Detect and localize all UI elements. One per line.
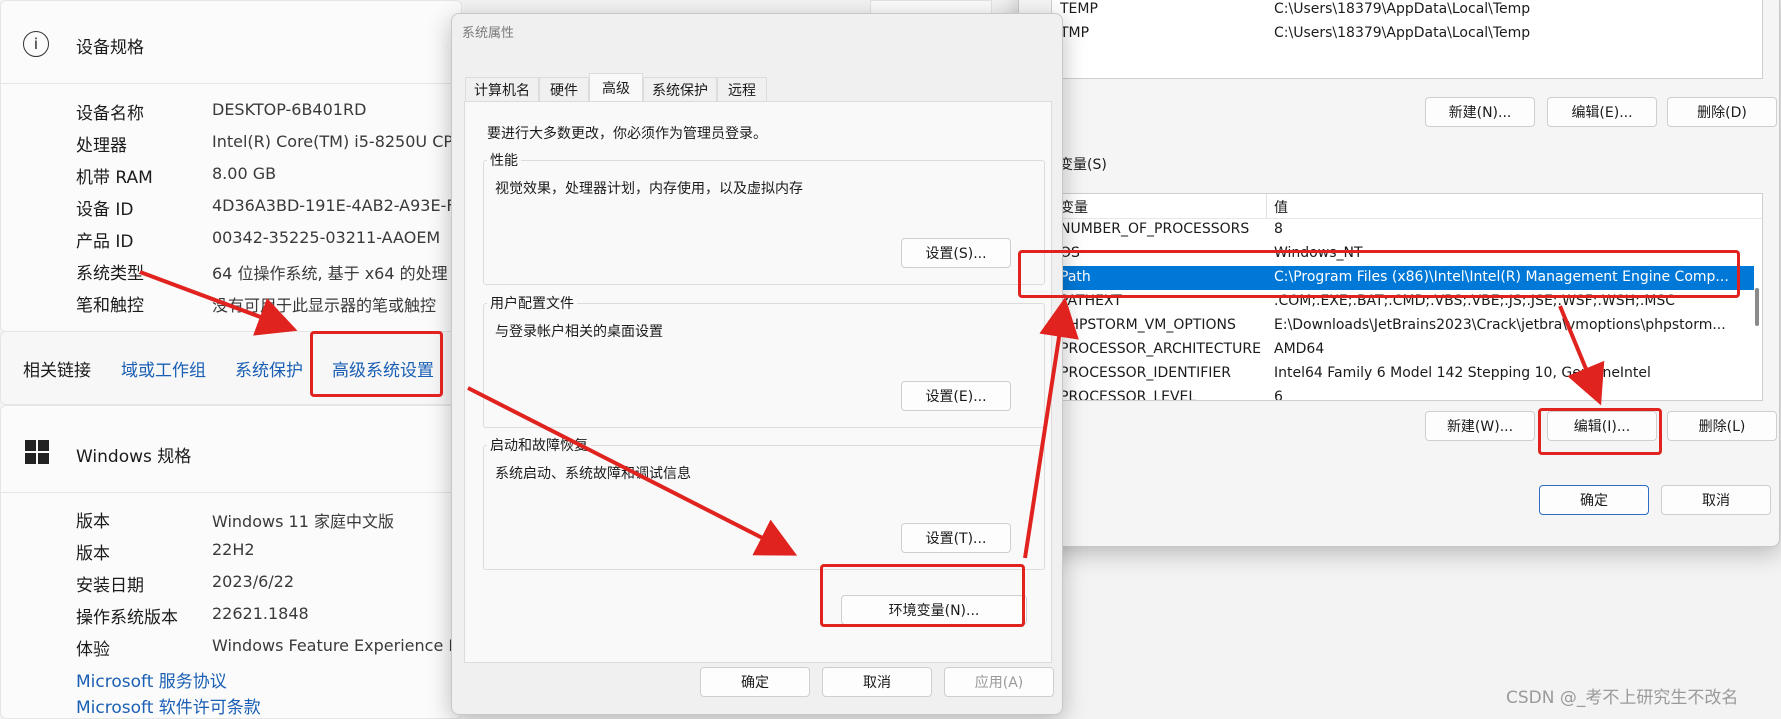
arrow-to-path-row — [1023, 297, 1079, 559]
arrow-to-edit-button — [1558, 305, 1605, 406]
watermark: CSDN @_考不上研究生不改名 — [1506, 688, 1739, 708]
arrow-to-env-button — [467, 386, 798, 556]
annotation-arrows — [139, 270, 1605, 559]
arrow-to-advanced-settings — [139, 270, 298, 336]
